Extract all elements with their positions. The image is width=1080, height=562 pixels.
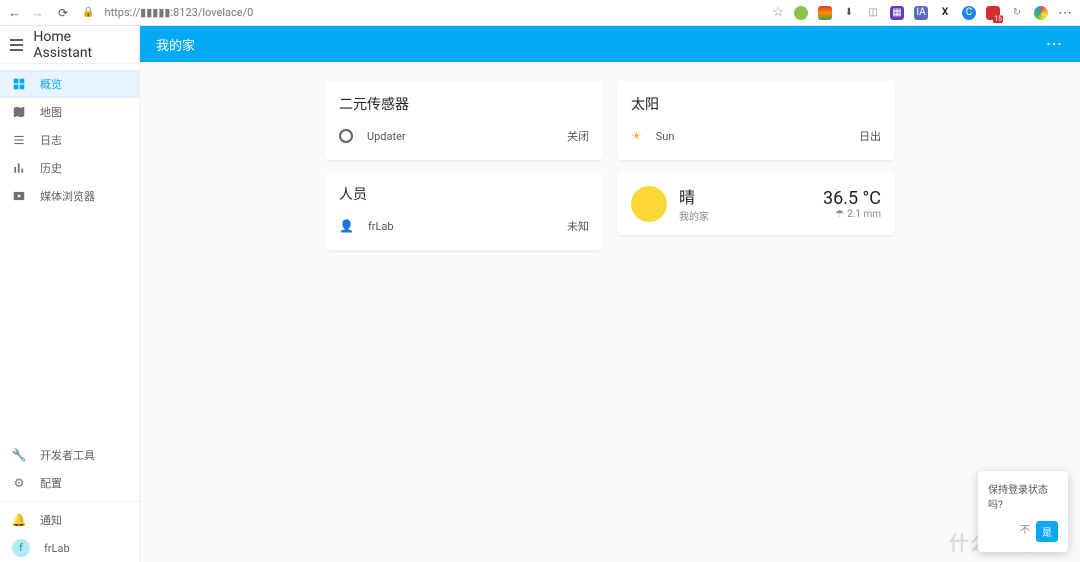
weather-precipitation: ☂ 2.1 mm [823, 209, 881, 220]
toast-dismiss-button[interactable]: 不 [1020, 521, 1030, 542]
sidebar-item-label: 日志 [40, 132, 62, 148]
entity-name: Updater [367, 130, 406, 143]
sidebar: Home Assistant 概览 地图 日志 历史 媒体浏览器 [0, 26, 140, 562]
toast-confirm-button[interactable]: 是 [1036, 521, 1058, 542]
dashboard-content: 二元传感器 Updater 关闭 人员 👤 frLab 未知 [140, 62, 1080, 270]
address-bar[interactable]: https://▮▮▮▮▮:8123/lovelace/0 [105, 6, 254, 19]
radiobox-blank-icon [339, 129, 353, 143]
sidebar-item-notifications[interactable]: 🔔 通知 [0, 506, 139, 534]
card-weather[interactable]: 晴 我的家 36.5 °C ☂ 2.1 mm [617, 172, 895, 235]
browser-menu-icon[interactable]: ⋯ [1058, 5, 1072, 21]
overview-icon [12, 77, 26, 91]
sidebar-item-logbook[interactable]: 日志 [0, 126, 139, 154]
sidebar-item-overview[interactable]: 概览 [0, 70, 139, 98]
main-area: 我的家 ⋮ 二元传感器 Updater 关闭 人员 👤 frLab [140, 26, 1080, 562]
card-title: 二元传感器 [339, 94, 589, 114]
sidebar-nav: 概览 地图 日志 历史 媒体浏览器 [0, 64, 139, 441]
page-title: 我的家 [156, 35, 195, 54]
entity-state: 未知 [567, 218, 589, 234]
card-title: 太阳 [631, 94, 881, 114]
sidebar-item-map[interactable]: 地图 [0, 98, 139, 126]
sidebar-item-label: 通知 [40, 512, 62, 528]
account-icon: 👤 [339, 219, 354, 233]
ext-icon[interactable]: ↻ [1010, 6, 1024, 20]
map-icon [12, 105, 26, 119]
keep-logged-in-toast: 保持登录状态吗? 不 是 [978, 471, 1068, 552]
app-title: Home Assistant [33, 29, 129, 61]
sidebar-item-label: 概览 [40, 76, 62, 92]
ext-icon[interactable]: 15 [986, 6, 1000, 20]
sidebar-header: Home Assistant [0, 26, 139, 64]
entity-row[interactable]: ☀ Sun 日出 [631, 124, 881, 148]
card-person[interactable]: 人员 👤 frLab 未知 [325, 172, 603, 250]
weather-location: 我的家 [679, 208, 709, 223]
history-icon [12, 161, 26, 175]
entity-state: 关闭 [567, 128, 589, 144]
weather-sunny-icon: ☀ [631, 129, 642, 143]
sidebar-item-history[interactable]: 历史 [0, 154, 139, 182]
ext-icon[interactable]: ▦ [890, 6, 904, 20]
umbrella-icon: ☂ [835, 209, 844, 220]
ext-icon[interactable] [794, 6, 808, 20]
weather-row: 晴 我的家 36.5 °C ☂ 2.1 mm [631, 184, 881, 223]
topbar: 我的家 ⋮ [140, 26, 1080, 62]
favorite-icon[interactable]: ☆ [772, 5, 784, 20]
card-title: 人员 [339, 184, 589, 204]
back-button[interactable]: ← [8, 5, 21, 21]
sidebar-item-devtools[interactable]: 🔧 开发者工具 [0, 441, 139, 469]
sidebar-item-label: 媒体浏览器 [40, 188, 95, 204]
ext-icon[interactable]: ⬇ [842, 6, 856, 20]
entity-row[interactable]: Updater 关闭 [339, 124, 589, 148]
menu-toggle-icon[interactable] [10, 39, 23, 51]
ext-icon[interactable]: IA [914, 6, 928, 20]
user-name: frLab [44, 542, 70, 555]
entity-name: Sun [656, 130, 675, 143]
weather-temperature: 36.5 °C [823, 188, 881, 209]
overflow-menu-icon[interactable]: ⋮ [1045, 36, 1064, 53]
sidebar-item-user[interactable]: f frLab [0, 534, 139, 562]
ext-icon[interactable] [818, 6, 832, 20]
sidebar-item-config[interactable]: ⚙ 配置 [0, 469, 139, 497]
sidebar-item-label: 开发者工具 [40, 447, 95, 463]
divider [0, 501, 139, 502]
bell-icon: 🔔 [12, 513, 26, 527]
browser-chrome: ← → ⟳ 🔒 https://▮▮▮▮▮:8123/lovelace/0 ☆ … [0, 0, 1080, 26]
wrench-icon: 🔧 [12, 448, 26, 462]
ext-icon[interactable]: C [962, 6, 976, 20]
media-icon [12, 189, 26, 203]
gear-icon: ⚙ [12, 476, 26, 490]
card-binary-sensor[interactable]: 二元传感器 Updater 关闭 [325, 82, 603, 160]
lock-icon: 🔒 [82, 7, 94, 18]
reload-button[interactable]: ⟳ [58, 6, 68, 20]
nav-arrows: ← → [8, 5, 44, 21]
extension-tray: ☆ ⬇ ◫ ▦ IA X C 15 ↻ ⋯ [772, 5, 1072, 21]
forward-button[interactable]: → [31, 5, 44, 21]
sidebar-item-label: 地图 [40, 104, 62, 120]
sidebar-item-media[interactable]: 媒体浏览器 [0, 182, 139, 210]
weather-sunny-icon [631, 186, 667, 222]
ext-icon[interactable] [1034, 6, 1048, 20]
ext-icon[interactable]: ◫ [866, 6, 880, 20]
weather-condition: 晴 [679, 184, 709, 208]
toast-message: 保持登录状态吗? [988, 481, 1058, 511]
logbook-icon [12, 133, 26, 147]
entity-row[interactable]: 👤 frLab 未知 [339, 214, 589, 238]
entity-name: frLab [368, 220, 394, 233]
card-sun[interactable]: 太阳 ☀ Sun 日出 [617, 82, 895, 160]
sidebar-item-label: 历史 [40, 160, 62, 176]
sidebar-item-label: 配置 [40, 475, 62, 491]
entity-state: 日出 [859, 128, 881, 144]
avatar: f [12, 539, 30, 557]
ext-icon[interactable]: X [938, 6, 952, 20]
